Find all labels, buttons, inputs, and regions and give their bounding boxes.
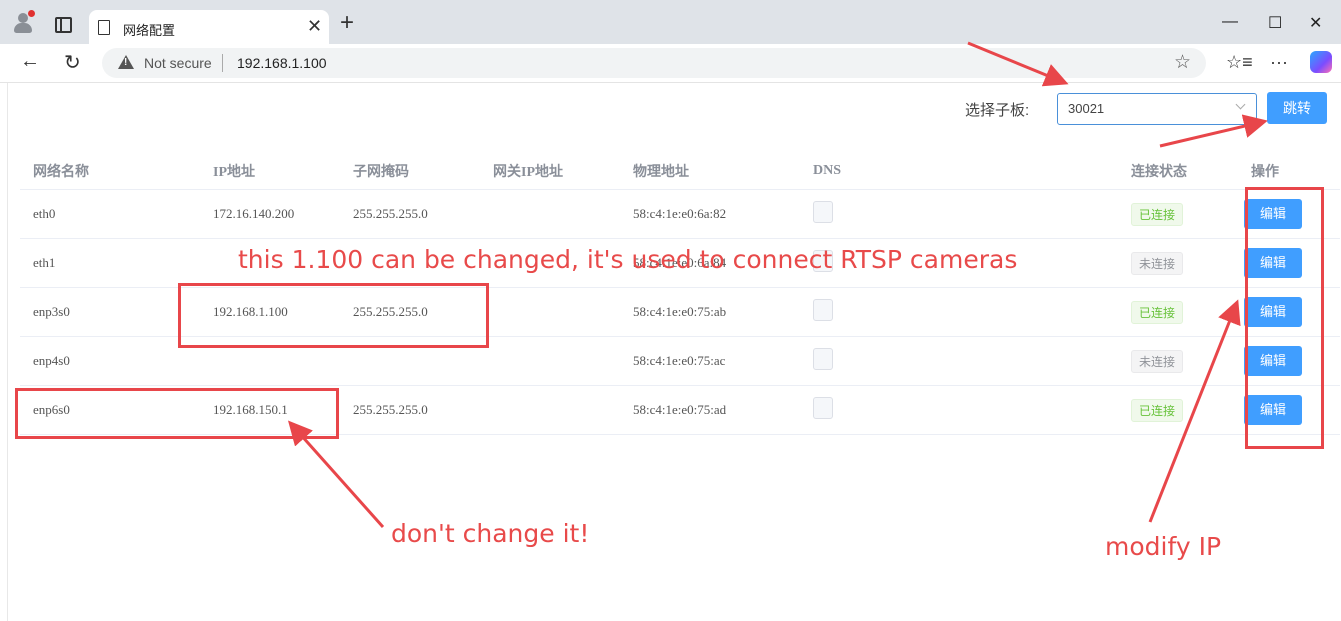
arrow-to-address-bar: [967, 41, 1069, 87]
arrow-to-enp6s0: [288, 420, 385, 528]
annotation-arrows: [288, 41, 1268, 528]
arrow-to-edit-buttons: [1148, 299, 1241, 523]
arrow-to-jump-button: [1159, 114, 1268, 148]
